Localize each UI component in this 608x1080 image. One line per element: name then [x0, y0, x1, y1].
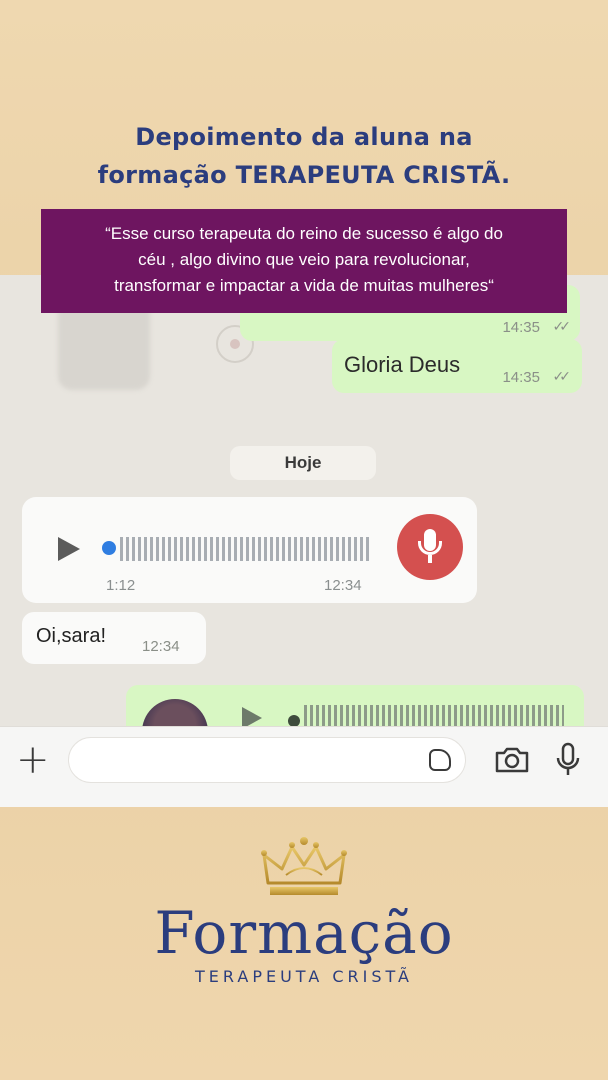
camera-icon[interactable]	[494, 745, 530, 775]
message-text: Oi,sara!	[36, 625, 107, 647]
playhead[interactable]	[102, 541, 116, 555]
crown-icon	[261, 837, 347, 895]
voice-recording-card: 1:12 12:34	[22, 497, 477, 603]
headline: Depoimento da aluna na formação TERAPEUT…	[0, 118, 608, 194]
play-icon[interactable]	[58, 537, 80, 561]
waveform-bars	[120, 537, 370, 561]
sticker-icon[interactable]	[429, 749, 451, 771]
quote-line-1: “Esse curso terapeuta do reino de sucess…	[105, 224, 503, 243]
record-button[interactable]	[397, 514, 463, 580]
date-separator: Hoje	[230, 446, 376, 480]
outgoing-voice-message[interactable]	[126, 685, 584, 730]
plus-icon[interactable]: +	[16, 737, 50, 783]
quote-line-2: céu , algo divino que veio para revoluci…	[138, 250, 470, 269]
microphone-icon[interactable]	[554, 742, 582, 778]
brand-logo: Formação TERAPEUTA CRISTÃ	[0, 835, 608, 986]
message-input[interactable]	[68, 737, 466, 783]
message-time: 12:34	[142, 638, 180, 655]
audio-waveform[interactable]	[102, 535, 372, 563]
message-time: 14:35	[502, 369, 540, 386]
headline-line-1: Depoimento da aluna na	[135, 123, 473, 151]
read-ticks-icon: ✓✓	[552, 369, 572, 385]
voice-duration: 1:12	[106, 577, 136, 594]
testimonial-quote: “Esse curso terapeuta do reino de sucess…	[41, 209, 567, 313]
chat-screenshot: 14:35 ✓✓ Gloria Deus 14:35 ✓✓ Hoje 1:12 …	[0, 275, 608, 730]
read-ticks-icon: ✓✓	[552, 319, 572, 335]
message-input-bar: +	[0, 726, 608, 807]
voice-time: 12:34	[324, 577, 362, 594]
outgoing-message-bubble[interactable]: Gloria Deus 14:35 ✓✓	[332, 339, 582, 393]
brand-subtitle: TERAPEUTA CRISTÃ	[195, 967, 413, 986]
message-text: Gloria Deus	[344, 352, 461, 377]
quote-line-3: transformar e impactar a vida de muitas …	[114, 276, 494, 295]
message-time: 14:35	[502, 319, 540, 336]
headline-line-2: formação TERAPEUTA CRISTÃ.	[97, 161, 511, 189]
incoming-message-bubble[interactable]: Oi,sara! 12:34	[22, 612, 206, 664]
brand-name: Formação	[154, 899, 454, 967]
